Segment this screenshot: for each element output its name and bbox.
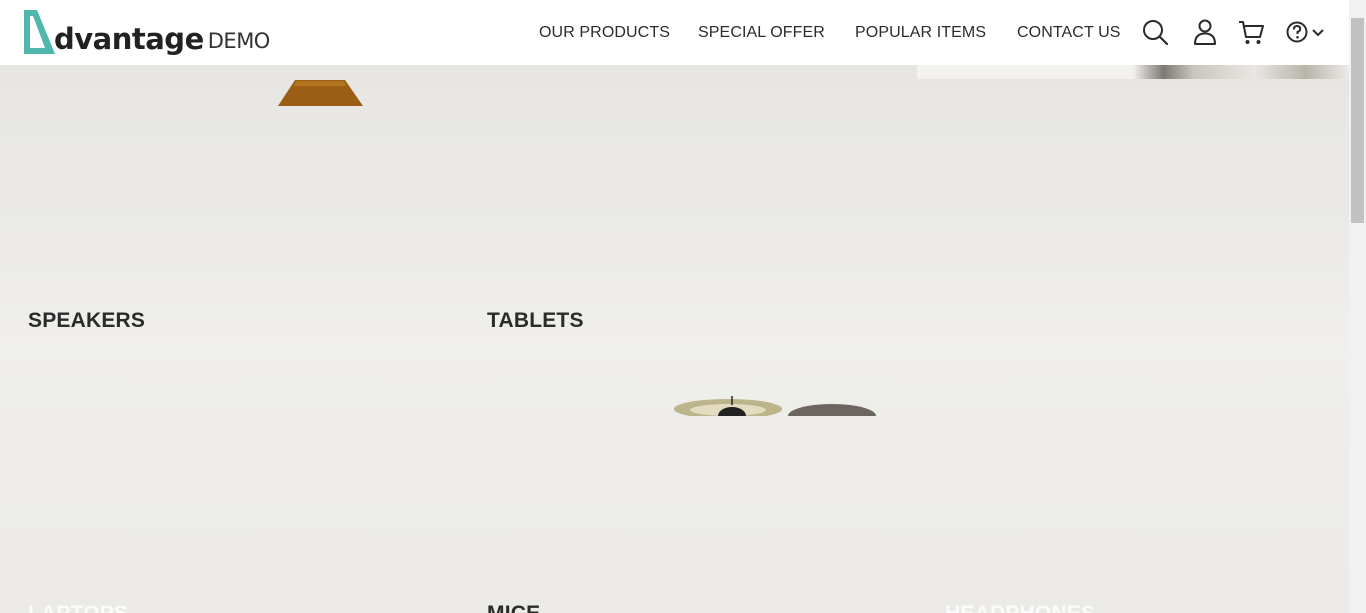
mouse-product-image[interactable] <box>670 395 878 417</box>
logo[interactable]: dvantage DEMO <box>22 10 270 56</box>
nav-popular-items[interactable]: POPULAR ITEMS <box>855 24 986 42</box>
category-speakers[interactable]: SPEAKERS <box>28 309 145 333</box>
help-icon[interactable] <box>1285 18 1313 46</box>
scrollbar-thumb[interactable] <box>1351 18 1364 223</box>
promo-image-edge <box>917 65 1349 79</box>
nav-contact-us[interactable]: CONTACT US <box>1017 24 1121 42</box>
category-row-bottom: LAPTOPS MICE HEADPHONES <box>0 361 1349 613</box>
logo-suffix: DEMO <box>207 29 271 53</box>
category-laptops[interactable]: LAPTOPS <box>28 602 128 613</box>
speaker-product-image[interactable] <box>277 80 364 106</box>
nav-special-offer[interactable]: SPECIAL OFFER <box>698 24 825 42</box>
category-mice[interactable]: MICE <box>487 602 540 613</box>
nav-our-products[interactable]: OUR PRODUCTS <box>539 24 670 42</box>
logo-mark-icon <box>24 10 55 54</box>
category-row-top: SPEAKERS TABLETS <box>0 65 1349 361</box>
site-header: dvantage DEMO OUR PRODUCTS SPECIAL OFFER… <box>0 0 1349 65</box>
category-tablets[interactable]: TABLETS <box>487 309 584 333</box>
logo-wordmark: dvantage <box>54 22 204 56</box>
page-scrollbar[interactable] <box>1349 0 1366 613</box>
user-icon[interactable] <box>1191 18 1219 46</box>
search-icon[interactable] <box>1141 18 1169 46</box>
category-headphones[interactable]: HEADPHONES <box>945 602 1095 613</box>
chevron-down-icon[interactable] <box>1310 18 1326 46</box>
cart-icon[interactable] <box>1237 18 1265 46</box>
